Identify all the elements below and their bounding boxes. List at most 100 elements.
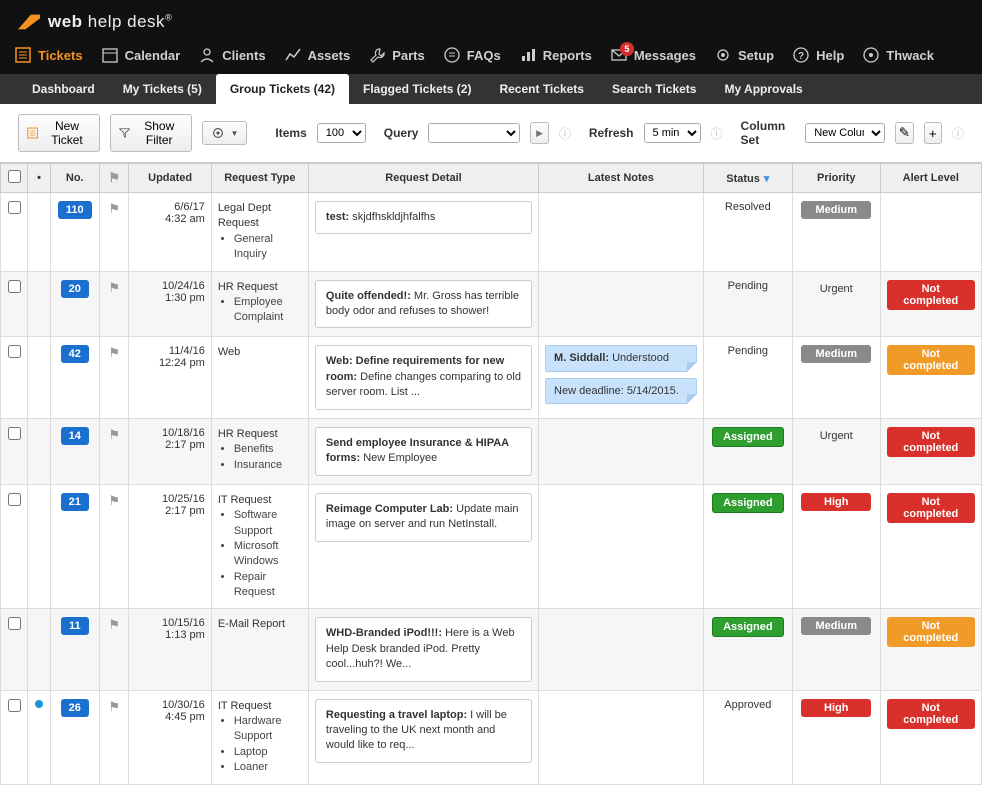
list-icon <box>27 126 38 140</box>
request-detail[interactable]: WHD-Branded iPod!!!: Here is a Web Help … <box>315 617 532 681</box>
flag-icon[interactable]: ⚑ <box>108 280 120 295</box>
faq-icon <box>443 46 461 64</box>
col-header-notes[interactable]: Latest Notes <box>539 164 704 193</box>
updated-cell: 10/18/162:17 pm <box>129 418 211 484</box>
request-detail[interactable]: Web: Define requirements for new room: D… <box>315 345 532 409</box>
show-filter-button[interactable]: Show Filter <box>110 114 193 152</box>
nav-item-assets[interactable]: Assets <box>284 46 351 64</box>
request-detail[interactable]: Requesting a travel laptop: I will be tr… <box>315 699 532 763</box>
col-header-dot[interactable]: • <box>28 164 50 193</box>
ticket-number[interactable]: 11 <box>61 617 89 635</box>
nav-item-faqs[interactable]: FAQs <box>443 46 501 64</box>
request-detail[interactable]: test: skjdfhskldjhfalfhs <box>315 201 532 234</box>
row-checkbox[interactable] <box>8 617 21 630</box>
ticket-number[interactable]: 20 <box>61 280 89 298</box>
tab-search-tickets[interactable]: Search Tickets <box>598 74 711 104</box>
flag-icon: ⚑ <box>108 170 120 185</box>
tab-group-tickets-[interactable]: Group Tickets (42) <box>216 74 349 104</box>
tab-dashboard[interactable]: Dashboard <box>18 74 109 104</box>
thwack-icon <box>862 46 880 64</box>
mail-icon: 5 <box>610 46 628 64</box>
query-select[interactable] <box>428 123 520 143</box>
flag-icon[interactable]: ⚑ <box>108 699 120 714</box>
priority-badge: Medium <box>801 201 871 219</box>
flag-icon[interactable]: ⚑ <box>108 617 120 632</box>
nav-item-reports[interactable]: Reports <box>519 46 592 64</box>
request-detail[interactable]: Send employee Insurance & HIPAA forms: N… <box>315 427 532 476</box>
gear-menu-button[interactable]: ▼ <box>202 121 247 145</box>
ticket-number[interactable]: 21 <box>61 493 89 511</box>
status-text: Approved <box>724 699 771 711</box>
flag-icon[interactable]: ⚑ <box>108 201 120 216</box>
table-row: 21 ⚑ 10/25/162:17 pm IT RequestSoftware … <box>1 484 982 609</box>
row-checkbox[interactable] <box>8 280 21 293</box>
pencil-icon: ✎ <box>899 125 910 141</box>
status-text: Pending <box>728 280 768 292</box>
nav-item-messages[interactable]: 5Messages <box>610 46 696 64</box>
row-checkbox[interactable] <box>8 201 21 214</box>
request-detail[interactable]: Quite offended!: Mr. Gross has terrible … <box>315 280 532 329</box>
chart-icon <box>284 46 302 64</box>
play-icon: ▶ <box>536 128 543 139</box>
nav-label: Setup <box>738 48 774 63</box>
colset-select[interactable]: New Colum <box>805 123 885 143</box>
query-label: Query <box>384 126 419 140</box>
query-run-button[interactable]: ▶ <box>530 122 548 144</box>
tab-my-approvals[interactable]: My Approvals <box>710 74 816 104</box>
request-detail[interactable]: Reimage Computer Lab: Update main image … <box>315 493 532 542</box>
col-header-flag[interactable]: ⚑ <box>99 164 129 193</box>
nav-label: FAQs <box>467 48 501 63</box>
nav-item-help[interactable]: ?Help <box>792 46 844 64</box>
nav-label: Clients <box>222 48 265 63</box>
table-row: 11 ⚑ 10/15/161:13 pm E-Mail Report WHD-B… <box>1 609 982 690</box>
nav-item-clients[interactable]: Clients <box>198 46 265 64</box>
select-all-checkbox[interactable] <box>8 170 21 183</box>
row-checkbox[interactable] <box>8 427 21 440</box>
latest-note[interactable]: M. Siddall: Understood <box>545 345 697 371</box>
refresh-select[interactable]: 5 min <box>644 123 701 143</box>
nav-label: Calendar <box>125 48 181 63</box>
ticket-number[interactable]: 26 <box>61 699 89 717</box>
ticket-number[interactable]: 14 <box>61 427 89 445</box>
ticket-number[interactable]: 110 <box>58 201 92 219</box>
row-checkbox[interactable] <box>8 345 21 358</box>
status-text: Resolved <box>725 201 771 213</box>
request-subtype: Repair Request <box>234 570 302 601</box>
nav-item-tickets[interactable]: Tickets <box>14 46 83 64</box>
colset-edit-button[interactable]: ✎ <box>895 122 913 144</box>
col-header-updated[interactable]: Updated <box>129 164 211 193</box>
col-header-alert[interactable]: Alert Level <box>880 164 981 193</box>
nav-item-parts[interactable]: Parts <box>368 46 425 64</box>
info-icon: ⓘ <box>952 125 964 142</box>
nav-label: Tickets <box>38 48 83 63</box>
row-checkbox[interactable] <box>8 493 21 506</box>
col-header-priority[interactable]: Priority <box>792 164 880 193</box>
col-header-type[interactable]: Request Type <box>211 164 308 193</box>
row-checkbox[interactable] <box>8 699 21 712</box>
items-label: Items <box>275 126 306 140</box>
nav-item-setup[interactable]: Setup <box>714 46 774 64</box>
items-select[interactable]: 100 <box>317 123 366 143</box>
col-header-no[interactable]: No. <box>50 164 99 193</box>
show-filter-label: Show Filter <box>135 119 183 147</box>
nav-label: Parts <box>392 48 425 63</box>
new-ticket-label: New Ticket <box>43 119 90 147</box>
ticket-number[interactable]: 42 <box>61 345 89 363</box>
latest-note[interactable]: New deadline: 5/14/2015. <box>545 378 697 404</box>
tab-my-tickets-[interactable]: My Tickets (5) <box>109 74 216 104</box>
new-ticket-button[interactable]: New Ticket <box>18 114 100 152</box>
flag-icon[interactable]: ⚑ <box>108 345 120 360</box>
nav-item-calendar[interactable]: Calendar <box>101 46 181 64</box>
request-subtype: Loaner <box>234 760 302 775</box>
tab-recent-tickets[interactable]: Recent Tickets <box>485 74 598 104</box>
col-header-detail[interactable]: Request Detail <box>308 164 538 193</box>
tab-flagged-tickets-[interactable]: Flagged Tickets (2) <box>349 74 485 104</box>
nav-item-thwack[interactable]: Thwack <box>862 46 934 64</box>
flag-icon[interactable]: ⚑ <box>108 493 120 508</box>
col-header-status[interactable]: Status▾ <box>703 164 792 193</box>
colset-add-button[interactable]: + <box>924 122 942 144</box>
brand: web help desk® <box>0 0 982 40</box>
flag-icon[interactable]: ⚑ <box>108 427 120 442</box>
alert-badge: Not completed <box>887 617 975 647</box>
bar-icon <box>519 46 537 64</box>
